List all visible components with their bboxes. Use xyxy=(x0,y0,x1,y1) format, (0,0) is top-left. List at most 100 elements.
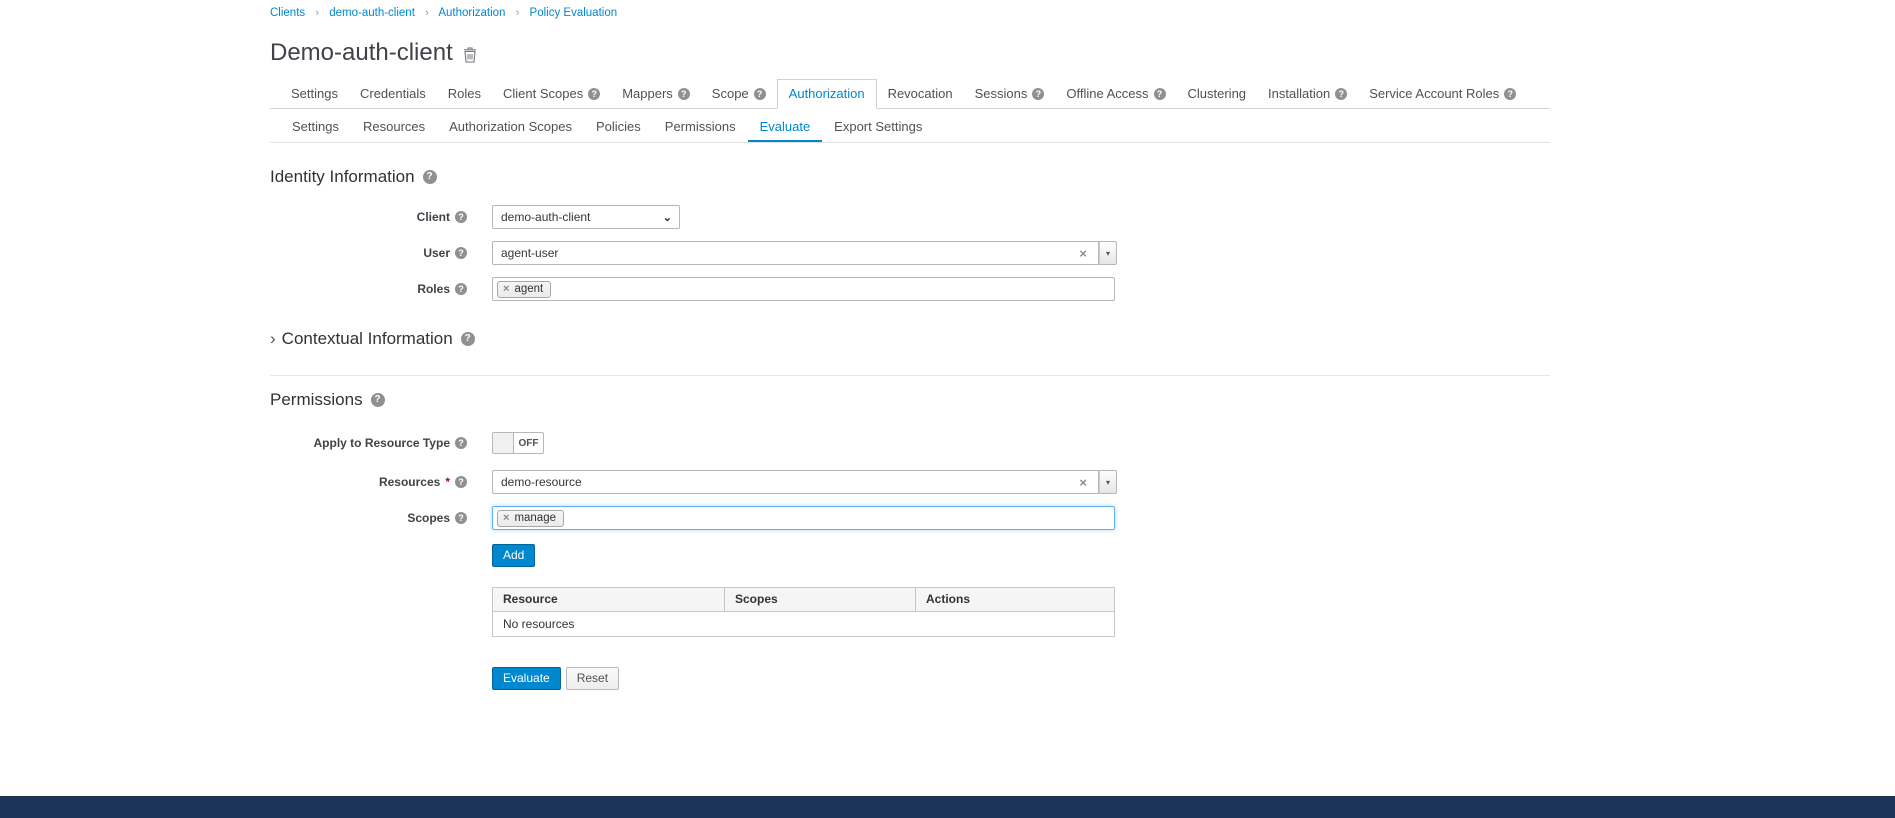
client-tabs: Settings Credentials Roles Client Scopes… xyxy=(270,79,1550,109)
roles-input[interactable]: × agent xyxy=(492,277,1115,301)
tab-settings[interactable]: Settings xyxy=(280,79,349,109)
breadcrumb-policy-evaluation[interactable]: Policy Evaluation xyxy=(530,7,618,19)
page-title: Demo-auth-client xyxy=(270,39,453,67)
subtab-resources[interactable]: Resources xyxy=(351,113,437,142)
breadcrumb-separator-icon: › xyxy=(425,7,429,19)
delete-client-icon[interactable] xyxy=(463,47,477,63)
breadcrumb-separator-icon: › xyxy=(516,7,520,19)
collapse-chevron-icon[interactable]: › xyxy=(270,329,276,349)
help-icon[interactable]: ? xyxy=(754,88,766,100)
scopes-input[interactable]: × manage xyxy=(492,506,1115,530)
help-icon[interactable]: ? xyxy=(678,88,690,100)
tab-offline-access[interactable]: Offline Access? xyxy=(1055,79,1176,109)
roles-label: Roles xyxy=(417,282,450,296)
help-icon[interactable]: ? xyxy=(455,247,467,259)
contextual-information-header[interactable]: › Contextual Information ? xyxy=(270,329,1550,349)
evaluate-button[interactable]: Evaluate xyxy=(492,667,561,690)
tab-roles[interactable]: Roles xyxy=(437,79,492,109)
help-icon[interactable]: ? xyxy=(461,332,475,346)
help-icon[interactable]: ? xyxy=(455,476,467,488)
help-icon[interactable]: ? xyxy=(423,170,437,184)
toggle-state-label: OFF xyxy=(514,433,543,453)
table-row: No resources xyxy=(493,612,1115,637)
tab-sessions[interactable]: Sessions? xyxy=(964,79,1056,109)
apply-resource-type-toggle[interactable]: OFF xyxy=(492,432,544,454)
add-button[interactable]: Add xyxy=(492,544,535,567)
remove-role-tag-icon[interactable]: × xyxy=(503,283,509,295)
toggle-handle xyxy=(493,433,514,453)
help-icon[interactable]: ? xyxy=(371,393,385,407)
subtab-policies[interactable]: Policies xyxy=(584,113,653,142)
clear-resource-icon[interactable]: × xyxy=(1079,475,1087,490)
tab-credentials[interactable]: Credentials xyxy=(349,79,437,109)
client-select[interactable]: demo-auth-client ⌄ xyxy=(492,205,680,229)
tab-client-scopes[interactable]: Client Scopes? xyxy=(492,79,611,109)
resources-label: Resources xyxy=(379,475,440,489)
resources-select-value: demo-resource xyxy=(501,475,1079,489)
scope-tag: × manage xyxy=(497,510,564,527)
breadcrumb-clients[interactable]: Clients xyxy=(270,7,305,19)
identity-information-title: Identity Information xyxy=(270,167,415,187)
tab-service-account-roles[interactable]: Service Account Roles? xyxy=(1358,79,1527,109)
scopes-field-row: Scopes ? × manage xyxy=(270,506,1550,530)
user-label: User xyxy=(423,246,450,260)
add-row: Add xyxy=(492,544,1550,567)
help-icon[interactable]: ? xyxy=(588,88,600,100)
authorization-subtabs: Settings Resources Authorization Scopes … xyxy=(270,109,1550,143)
caret-down-icon: ▾ xyxy=(1106,478,1110,487)
help-icon[interactable]: ? xyxy=(1032,88,1044,100)
contextual-information-title: Contextual Information xyxy=(282,329,453,349)
role-tag: × agent xyxy=(497,281,551,298)
tab-scope[interactable]: Scope? xyxy=(701,79,777,109)
column-header-scopes: Scopes xyxy=(725,588,916,612)
evaluation-resources-table: Resource Scopes Actions No resources xyxy=(492,587,1115,637)
page-title-row: Demo-auth-client xyxy=(270,39,1550,67)
help-icon[interactable]: ? xyxy=(455,211,467,223)
user-select-dropdown-button[interactable]: ▾ xyxy=(1099,241,1117,265)
tab-mappers[interactable]: Mappers? xyxy=(611,79,701,109)
subtab-authorization-scopes[interactable]: Authorization Scopes xyxy=(437,113,584,142)
identity-information-header: Identity Information ? xyxy=(270,167,1550,187)
roles-field-row: Roles ? × agent xyxy=(270,277,1550,301)
help-icon[interactable]: ? xyxy=(455,512,467,524)
apply-resource-type-row: Apply to Resource Type ? OFF xyxy=(270,432,1550,454)
resources-select[interactable]: demo-resource × xyxy=(492,470,1099,494)
subtab-evaluate[interactable]: Evaluate xyxy=(748,113,823,142)
tab-clustering[interactable]: Clustering xyxy=(1177,79,1258,109)
help-icon[interactable]: ? xyxy=(455,437,467,449)
reset-button[interactable]: Reset xyxy=(566,667,619,690)
required-indicator: * xyxy=(445,475,450,489)
empty-table-message: No resources xyxy=(493,612,1115,637)
permissions-title: Permissions xyxy=(270,390,363,410)
main-content: Clients › demo-auth-client › Authorizati… xyxy=(270,0,1550,690)
caret-down-icon: ▾ xyxy=(1106,249,1110,258)
scope-tag-label: manage xyxy=(514,512,556,524)
remove-scope-tag-icon[interactable]: × xyxy=(503,512,509,524)
help-icon[interactable]: ? xyxy=(1504,88,1516,100)
subtab-export-settings[interactable]: Export Settings xyxy=(822,113,934,142)
scopes-label: Scopes xyxy=(407,511,450,525)
table-header-row: Resource Scopes Actions xyxy=(493,588,1115,612)
tab-revocation[interactable]: Revocation xyxy=(877,79,964,109)
chevron-down-icon: ⌄ xyxy=(663,211,672,224)
tab-installation[interactable]: Installation? xyxy=(1257,79,1358,109)
client-select-value: demo-auth-client xyxy=(501,210,590,224)
resources-select-dropdown-button[interactable]: ▾ xyxy=(1099,470,1117,494)
help-icon[interactable]: ? xyxy=(1335,88,1347,100)
subtab-permissions[interactable]: Permissions xyxy=(653,113,748,142)
footer-bar xyxy=(0,796,1895,818)
tab-authorization[interactable]: Authorization xyxy=(777,79,877,109)
user-select-value: agent-user xyxy=(501,246,1079,260)
resources-field-row: Resources * ? demo-resource × ▾ xyxy=(270,470,1550,494)
breadcrumb: Clients › demo-auth-client › Authorizati… xyxy=(270,0,1550,19)
apply-resource-type-label: Apply to Resource Type xyxy=(314,436,450,450)
user-field-row: User ? agent-user × ▾ xyxy=(270,241,1550,265)
clear-user-icon[interactable]: × xyxy=(1079,246,1087,261)
column-header-resource: Resource xyxy=(493,588,725,612)
help-icon[interactable]: ? xyxy=(1154,88,1166,100)
help-icon[interactable]: ? xyxy=(455,283,467,295)
subtab-settings[interactable]: Settings xyxy=(280,113,351,142)
breadcrumb-client[interactable]: demo-auth-client xyxy=(329,7,415,19)
breadcrumb-authorization[interactable]: Authorization xyxy=(438,7,505,19)
user-select[interactable]: agent-user × xyxy=(492,241,1099,265)
